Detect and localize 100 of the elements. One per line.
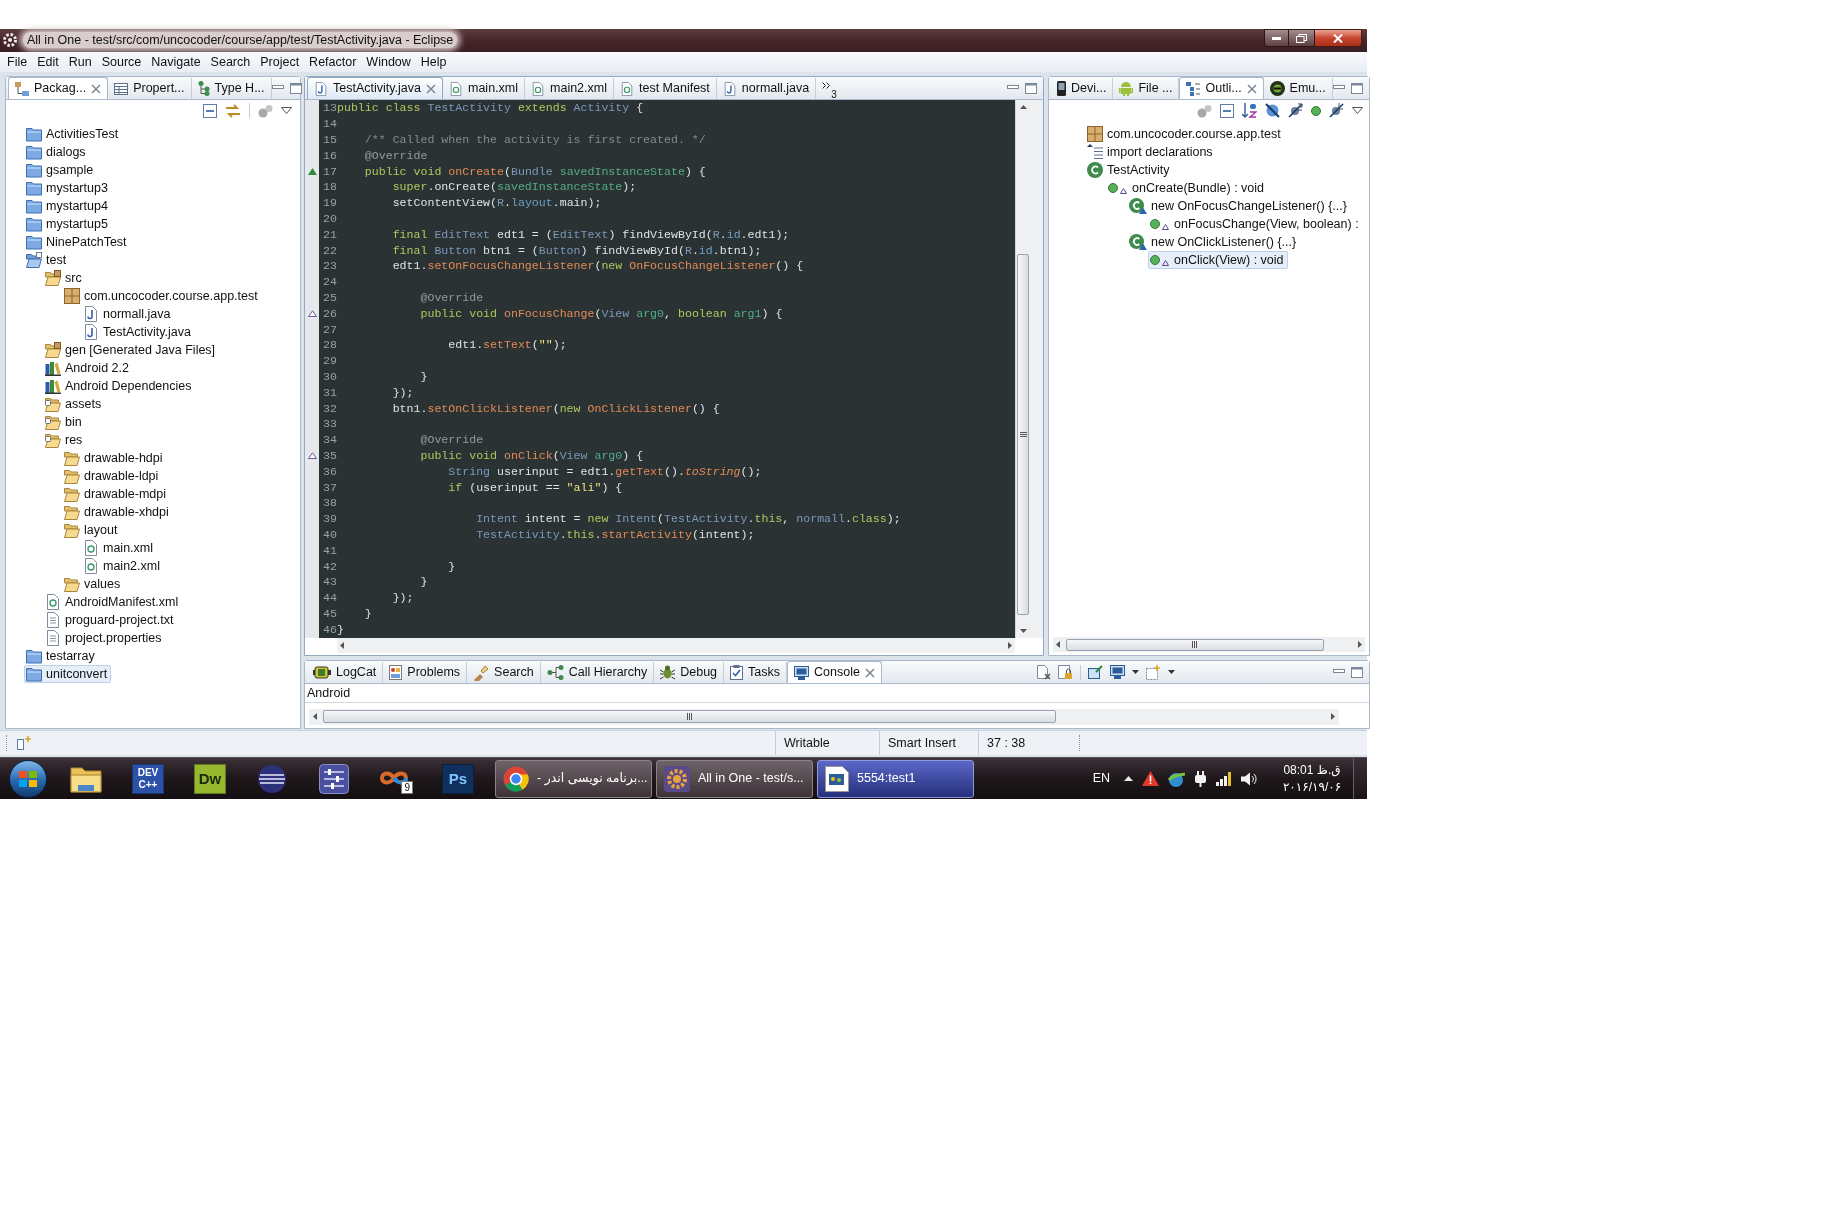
speaker-icon[interactable] xyxy=(1241,771,1257,786)
tree-item[interactable]: new OnClickListener() {...} xyxy=(1127,233,1301,251)
view-tab[interactable]: Packag... xyxy=(8,77,109,99)
arrow-right-icon[interactable] xyxy=(1331,713,1335,720)
view-tab[interactable]: Call Hierarchy xyxy=(540,662,655,683)
menu-item[interactable]: Help xyxy=(415,53,452,71)
tree-item[interactable]: onFocusChange(View, boolean) : xyxy=(1148,215,1363,233)
clock-date[interactable]: ۲۰۱۶/۱۹/۰۶ xyxy=(1282,780,1342,794)
editor-tab[interactable]: test Manifest xyxy=(614,78,717,99)
app-tile[interactable]: Dw xyxy=(194,763,226,794)
maximize-icon[interactable] xyxy=(289,82,302,94)
view-tab[interactable]: Search xyxy=(467,662,541,683)
tree-item[interactable]: onCreate(Bundle) : void xyxy=(1106,179,1269,197)
menu-item[interactable]: Project xyxy=(255,53,305,71)
tree-item[interactable]: import declarations xyxy=(1085,143,1217,161)
app-tile[interactable]: Ps xyxy=(442,763,474,794)
editor-tab[interactable]: TestActivity.java xyxy=(307,77,443,99)
menu-item[interactable]: Source xyxy=(96,53,147,71)
new-window-icon[interactable] xyxy=(1145,664,1161,680)
tree-item[interactable]: values xyxy=(62,575,125,593)
view-tab[interactable]: Propert... xyxy=(108,78,192,99)
tree-item[interactable]: TestActivity xyxy=(1085,161,1174,179)
menu-item[interactable]: Window xyxy=(361,53,416,71)
menu-item[interactable]: File xyxy=(2,53,33,71)
close-icon[interactable] xyxy=(91,83,102,94)
scrollbar[interactable] xyxy=(1015,100,1030,638)
tree-item[interactable]: com.uncocoder.course.app.test xyxy=(1085,125,1285,143)
close-icon[interactable] xyxy=(1246,83,1257,94)
tree-item[interactable]: drawable-xhdpi xyxy=(62,503,173,521)
maximize-icon[interactable] xyxy=(1025,82,1037,94)
tree-item[interactable]: testarray xyxy=(24,647,99,665)
arrow-left-icon[interactable] xyxy=(1056,641,1060,648)
more-tabs-button[interactable]: 3 xyxy=(816,78,837,99)
arrow-up-icon[interactable] xyxy=(1019,104,1027,109)
chevron-up-icon[interactable] xyxy=(1124,776,1133,781)
arrow-down-icon[interactable] xyxy=(1019,629,1027,633)
caret-icon[interactable] xyxy=(1131,670,1139,674)
clock-time[interactable]: 08:01 ق.ظ xyxy=(1283,763,1341,777)
caret-icon[interactable] xyxy=(1167,670,1175,674)
app-tile[interactable]: DEV C++ xyxy=(132,763,164,794)
minimize-button[interactable] xyxy=(1264,29,1289,47)
menu-item[interactable]: Refactor xyxy=(304,53,362,71)
view-tab[interactable]: Outli... xyxy=(1179,77,1264,99)
tree-item[interactable]: drawable-mdpi xyxy=(62,485,170,503)
collapse-icon[interactable] xyxy=(1219,103,1234,118)
close-button[interactable] xyxy=(1315,29,1362,47)
plug-icon[interactable] xyxy=(1194,770,1207,787)
scrollbar[interactable] xyxy=(1053,637,1365,652)
view-tab[interactable]: Type H... xyxy=(191,78,272,99)
tree-item[interactable]: AndroidManifest.xml xyxy=(43,593,183,611)
view-tab[interactable]: LogCat xyxy=(307,662,384,683)
close-icon[interactable] xyxy=(426,83,436,94)
globe-icon[interactable] xyxy=(1168,770,1185,787)
tree-item[interactable]: test xyxy=(24,251,71,269)
scrollbar[interactable] xyxy=(337,638,1015,653)
tree-item[interactable]: mystartup5 xyxy=(24,215,112,233)
dot-icon[interactable] xyxy=(1310,105,1321,116)
fast-view-icon[interactable] xyxy=(17,736,32,750)
dropdown-arrow-icon[interactable] xyxy=(281,107,292,114)
taskbar-button[interactable]: 5554:test1 xyxy=(817,759,974,798)
monitor-icon[interactable] xyxy=(1109,665,1125,679)
editor-tab[interactable]: main.xml xyxy=(443,78,525,99)
crossed-dot-icon[interactable] xyxy=(1287,103,1303,118)
tree-item[interactable]: drawable-hdpi xyxy=(62,449,167,467)
link-arrows-icon[interactable] xyxy=(225,103,241,118)
menu-item[interactable]: Navigate xyxy=(146,53,206,71)
arrow-left-icon[interactable] xyxy=(340,642,344,649)
tree-item[interactable]: main.xml xyxy=(81,539,157,557)
tree-item[interactable]: onClick(View) : void xyxy=(1148,251,1288,269)
scrollbar-thumb[interactable] xyxy=(323,710,1056,723)
view-tab[interactable]: Emu... xyxy=(1263,78,1333,99)
lock-page-icon[interactable] xyxy=(1057,664,1073,680)
tree-item[interactable]: new OnFocusChangeListener() {...} xyxy=(1127,197,1351,215)
folder-icon[interactable] xyxy=(70,764,102,793)
arrow-right-icon[interactable] xyxy=(1357,641,1362,648)
warning-icon[interactable] xyxy=(1142,771,1159,786)
tree-item[interactable]: Android Dependencies xyxy=(43,377,196,395)
dropdown-arrow-icon[interactable] xyxy=(1351,107,1363,114)
menu-item[interactable]: Run xyxy=(63,53,97,71)
tree-item[interactable]: com.uncocoder.course.app.test xyxy=(62,287,262,305)
menu-item[interactable]: Search xyxy=(205,53,256,71)
tree-item[interactable]: proguard-project.txt xyxy=(43,611,178,629)
tree-item[interactable]: project.properties xyxy=(43,629,166,647)
tree-item[interactable]: layout xyxy=(62,521,122,539)
editor-tab[interactable]: normall.java xyxy=(716,78,817,99)
crossed-circle-icon[interactable] xyxy=(1264,103,1280,118)
sliders-icon[interactable] xyxy=(319,763,349,794)
clear-page-icon[interactable] xyxy=(1035,664,1051,680)
restore-button[interactable] xyxy=(1289,29,1315,47)
signal-bars-icon[interactable] xyxy=(1216,771,1232,786)
tree-item[interactable]: NinePatchTest xyxy=(24,233,131,251)
view-tab[interactable]: Problems xyxy=(383,662,468,683)
tree-item[interactable]: Android 2.2 xyxy=(43,359,133,377)
tree-item[interactable]: assets xyxy=(43,395,106,413)
tree-item[interactable]: gen [Generated Java Files] xyxy=(43,341,220,359)
scrollbar[interactable] xyxy=(309,708,1339,725)
arrow-left-icon[interactable] xyxy=(313,713,317,720)
view-tab[interactable]: Debug xyxy=(654,662,725,683)
sort-icon[interactable] xyxy=(1241,103,1257,118)
editor-tab[interactable]: main2.xml xyxy=(525,78,614,99)
